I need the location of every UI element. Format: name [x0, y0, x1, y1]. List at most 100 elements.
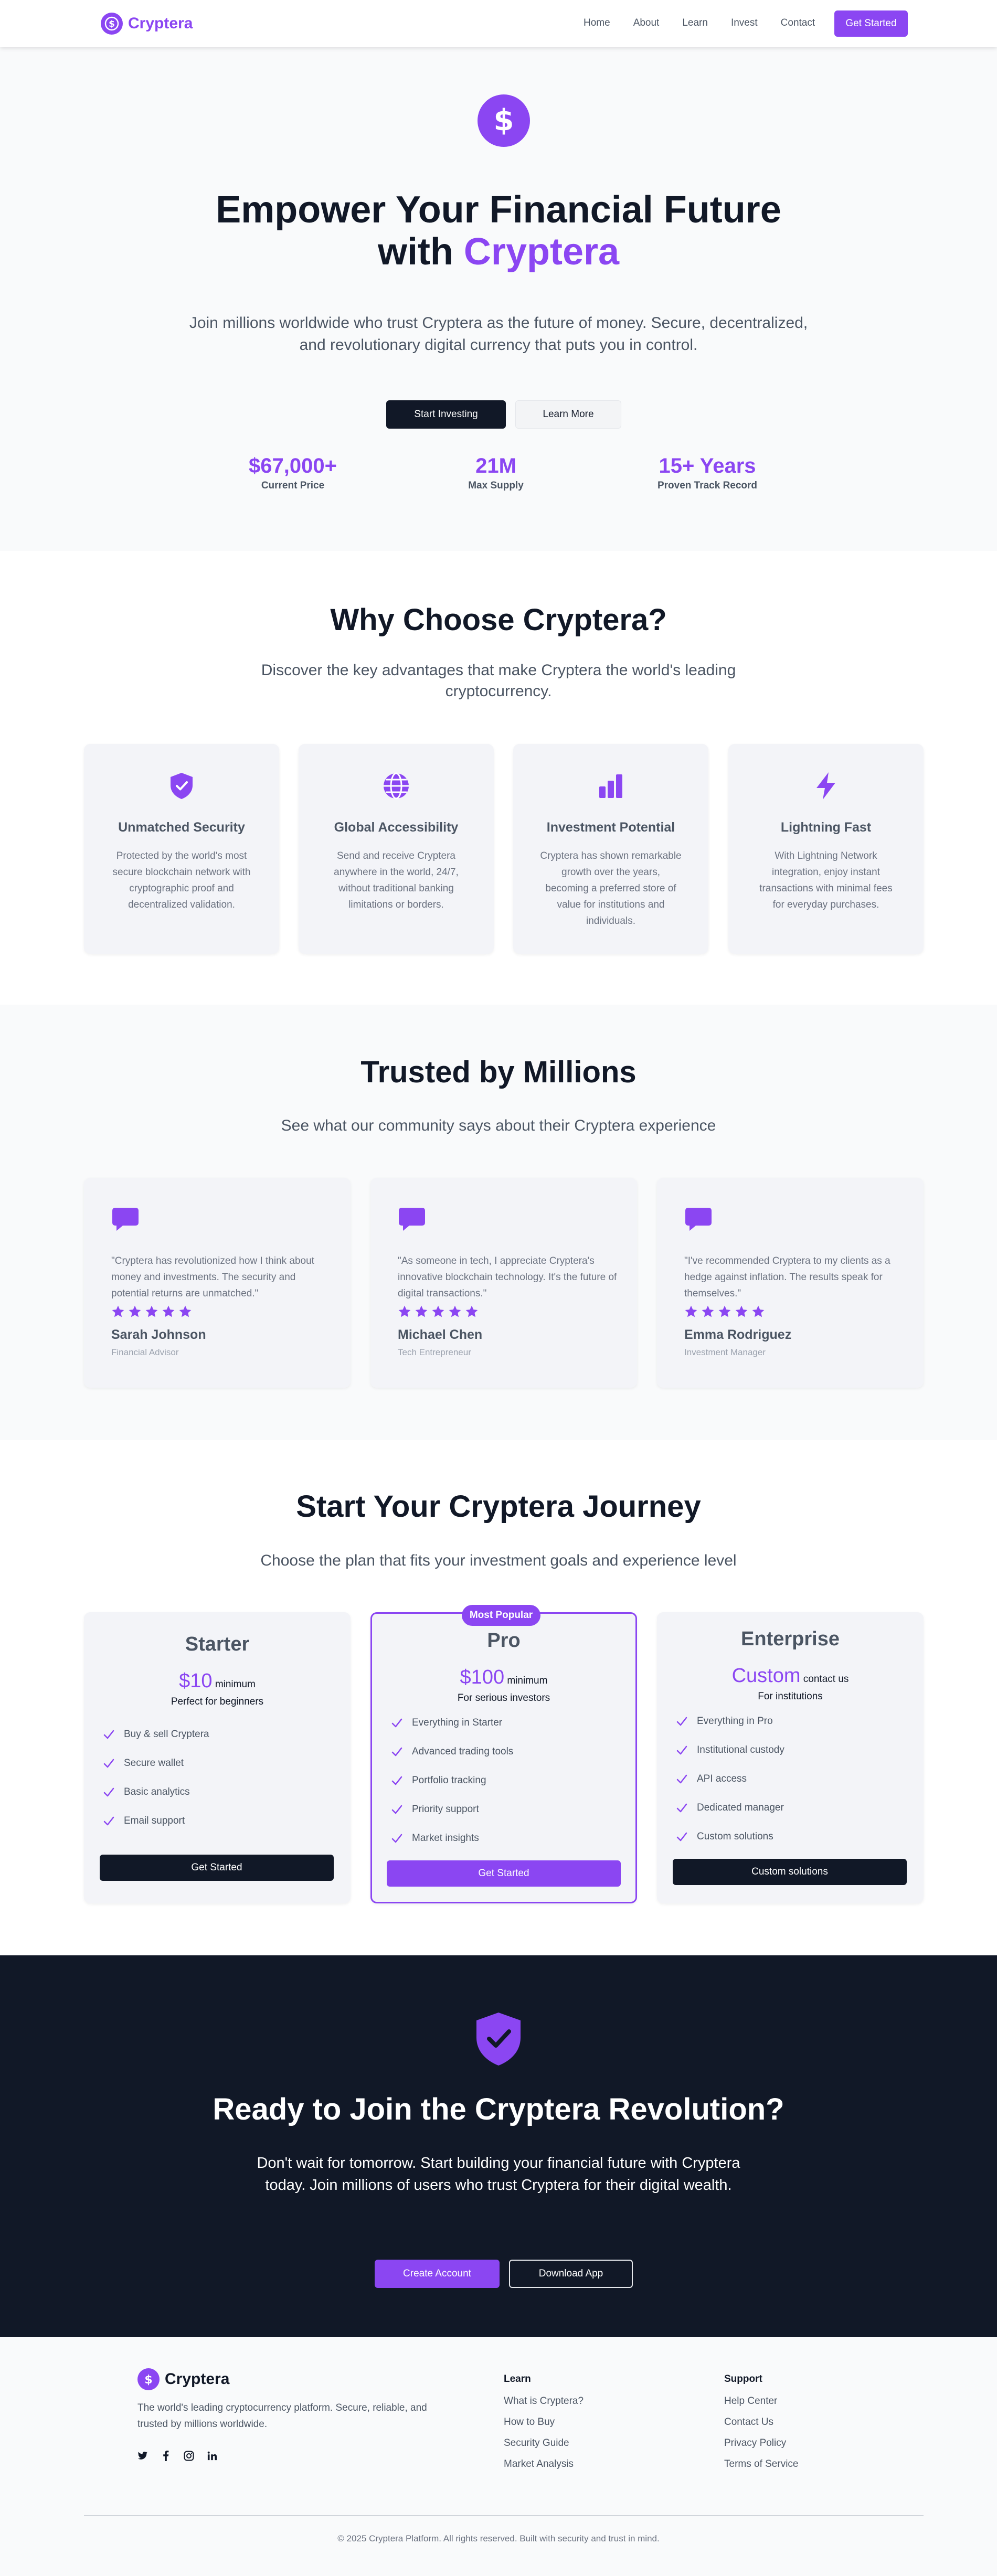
plan-card-starter: Starter $10 minimum Perfect for beginner…	[84, 1612, 351, 1903]
download-app-button[interactable]: Download App	[509, 2260, 633, 2288]
testimonial-text: "I've recommended Cryptera to my clients…	[684, 1255, 890, 1299]
linkedin-icon[interactable]	[206, 2450, 218, 2462]
footer-link[interactable]: Contact Us	[724, 2417, 798, 2437]
features-subtitle: Discover the key advantages that make Cr…	[261, 662, 736, 700]
check-icon	[391, 1747, 402, 1756]
facebook-icon[interactable]	[160, 2450, 172, 2462]
star-icon	[398, 1305, 411, 1317]
hero-title-accent: Cryptera	[463, 231, 620, 273]
nav-link-invest[interactable]: Invest	[731, 17, 758, 29]
star-icon	[162, 1305, 175, 1317]
testimonial-role: Investment Manager	[684, 1347, 766, 1357]
footer-link[interactable]: Terms of Service	[724, 2458, 798, 2479]
check-icon	[103, 1787, 114, 1796]
check-icon	[103, 1730, 114, 1739]
testimonial-name: Emma Rodriguez	[684, 1327, 792, 1342]
star-icon	[685, 1305, 697, 1317]
feature-title: Unmatched Security	[118, 820, 245, 835]
plan-feature: Portfolio tracking	[391, 1766, 513, 1795]
plan-price: $100 minimum	[460, 1666, 548, 1688]
lightning-icon	[810, 770, 842, 802]
check-icon	[676, 1832, 687, 1841]
top-navbar: $ Cryptera Home About Learn Invest Conta…	[0, 0, 997, 47]
footer-link[interactable]: How to Buy	[504, 2417, 584, 2437]
twitter-icon[interactable]	[136, 2450, 149, 2462]
footer-link[interactable]: What is Cryptera?	[504, 2396, 584, 2417]
nav-link-learn[interactable]: Learn	[682, 17, 708, 29]
star-icon	[432, 1305, 444, 1317]
nav-links: Home About Learn Invest Contact	[584, 17, 838, 29]
feature-card-security: Unmatched Security Protected by the worl…	[84, 744, 279, 954]
plan-feature: API access	[676, 1764, 784, 1793]
plan-feature: Custom solutions	[676, 1822, 784, 1851]
footer-link[interactable]: Privacy Policy	[724, 2437, 798, 2458]
star-icon	[449, 1305, 461, 1317]
testimonial-card: "I've recommended Cryptera to my clients…	[657, 1178, 924, 1388]
testimonials-subtitle: See what our community says about their …	[281, 1117, 716, 1134]
plan-feature: Buy & sell Cryptera	[103, 1720, 209, 1749]
custom-solutions-button[interactable]: Custom solutions	[673, 1859, 907, 1885]
check-icon	[676, 1717, 687, 1726]
testimonial-card: "As someone in tech, I appreciate Crypte…	[370, 1178, 637, 1388]
check-icon	[391, 1718, 402, 1727]
cta-title: Ready to Join the Cryptera Revolution?	[213, 2092, 784, 2126]
feature-desc: Send and receive Cryptera anywhere in th…	[334, 850, 459, 910]
feature-card-accessibility: Global Accessibility Send and receive Cr…	[299, 744, 494, 954]
stat-current-price: $67,000+ Current Price	[249, 454, 337, 491]
instagram-icon[interactable]	[183, 2450, 195, 2462]
dollar-logo-icon: $	[101, 13, 123, 35]
start-investing-button[interactable]: Start Investing	[386, 400, 506, 429]
learn-more-button[interactable]: Learn More	[515, 400, 621, 429]
svg-text:$: $	[144, 2373, 152, 2386]
plan-desc: Perfect for beginners	[171, 1696, 264, 1707]
nav-link-about[interactable]: About	[633, 17, 660, 29]
check-icon	[391, 1805, 402, 1814]
check-icon	[103, 1759, 114, 1768]
hero-section: $ Empower Your Financial Future with Cry…	[0, 47, 997, 551]
bar-chart-icon	[595, 770, 627, 802]
check-icon	[391, 1776, 402, 1785]
plan-feature-list: Buy & sell Cryptera Secure wallet Basic …	[103, 1720, 209, 1835]
plan-feature: Email support	[103, 1806, 209, 1835]
globe-icon	[380, 770, 412, 802]
plan-feature: Dedicated manager	[676, 1793, 784, 1822]
footer: $ Cryptera The world's leading cryptocur…	[0, 2337, 997, 2576]
stat-track-record: 15+ Years Proven Track Record	[657, 454, 758, 491]
footer-link[interactable]: Help Center	[724, 2396, 798, 2417]
starter-get-started-button[interactable]: Get Started	[100, 1855, 334, 1881]
footer-brand[interactable]: $ Cryptera	[137, 2368, 229, 2390]
feature-title: Lightning Fast	[780, 820, 872, 835]
dollar-logo-icon: $	[137, 2368, 160, 2390]
nav-link-home[interactable]: Home	[584, 17, 610, 29]
footer-link[interactable]: Market Analysis	[504, 2458, 584, 2479]
plan-name: Pro	[487, 1630, 521, 1652]
plan-feature-list: Everything in Starter Advanced trading t…	[391, 1708, 513, 1853]
footer-description: The world's leading cryptocurrency platf…	[137, 2402, 427, 2430]
pro-get-started-button[interactable]: Get Started	[387, 1860, 621, 1887]
most-popular-badge: Most Popular	[462, 1605, 540, 1626]
get-started-nav-button[interactable]: Get Started	[834, 10, 908, 37]
plan-price: Custom contact us	[731, 1665, 849, 1687]
dollar-hero-icon: $	[478, 94, 530, 147]
plan-feature: Institutional custody	[676, 1736, 784, 1764]
check-icon	[391, 1834, 402, 1843]
plan-name: Starter	[185, 1633, 250, 1655]
plan-feature: Priority support	[391, 1795, 513, 1824]
shield-check-icon	[472, 2010, 525, 2068]
nav-link-contact[interactable]: Contact	[781, 17, 815, 29]
star-icon	[112, 1305, 124, 1317]
hero-subtitle: Join millions worldwide who trust Crypte…	[189, 314, 808, 354]
plan-desc: For institutions	[758, 1691, 823, 1702]
create-account-button[interactable]: Create Account	[375, 2260, 500, 2288]
stat-max-supply: 21M Max Supply	[468, 454, 524, 491]
star-icon	[702, 1305, 714, 1317]
testimonial-text: "Cryptera has revolutionized how I think…	[111, 1255, 314, 1299]
cta-subtitle: Don't wait for tomorrow. Start building …	[257, 2155, 740, 2194]
plan-feature: Basic analytics	[103, 1777, 209, 1806]
plan-feature: Everything in Starter	[391, 1708, 513, 1737]
footer-link[interactable]: Security Guide	[504, 2437, 584, 2458]
star-icon	[465, 1305, 478, 1317]
chat-quote-icon	[398, 1207, 426, 1236]
brand-logo-link[interactable]: $ Cryptera	[101, 13, 193, 35]
svg-text:$: $	[494, 104, 514, 137]
